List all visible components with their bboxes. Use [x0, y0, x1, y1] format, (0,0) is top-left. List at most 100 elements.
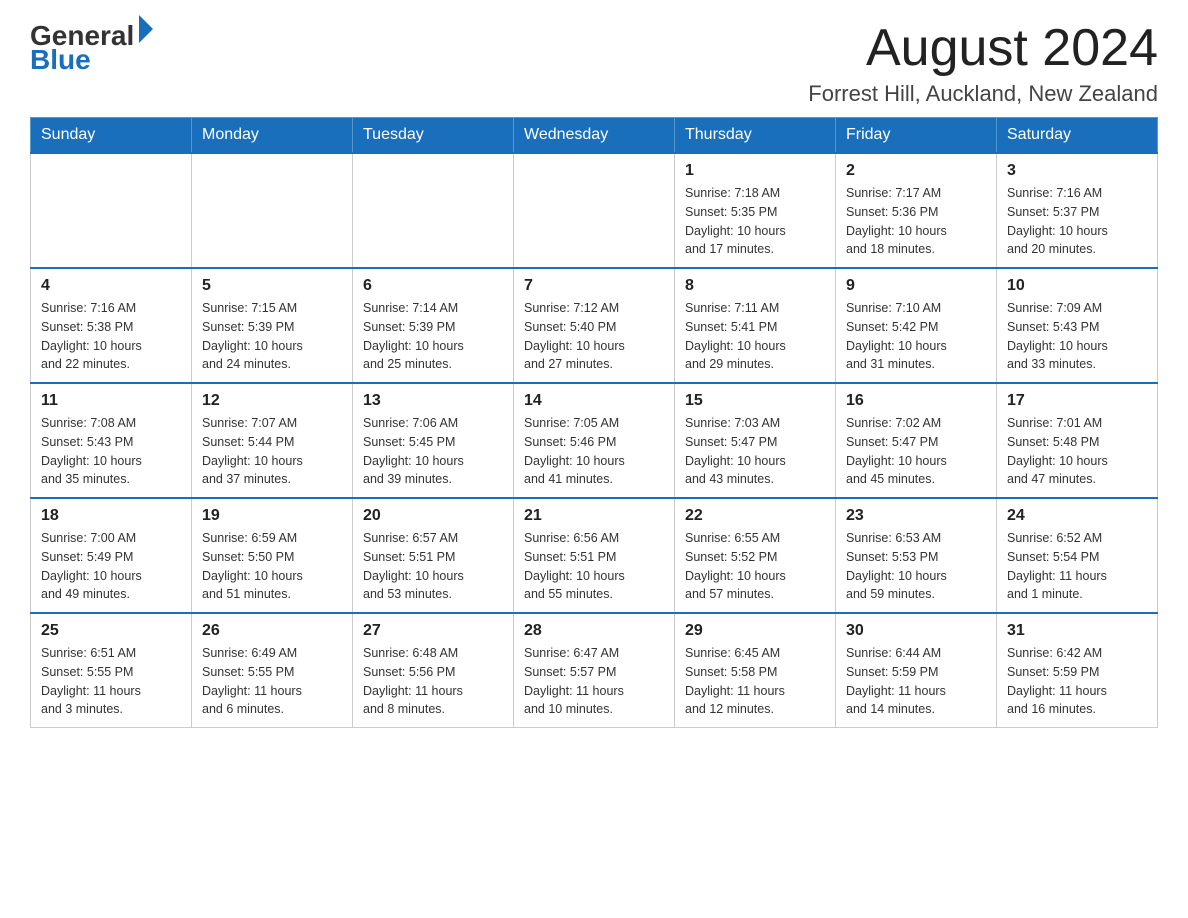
logo-blue: Blue: [30, 44, 91, 76]
day-info: Sunrise: 7:10 AMSunset: 5:42 PMDaylight:…: [846, 299, 986, 374]
day-number: 2: [846, 162, 986, 180]
calendar-cell: 30Sunrise: 6:44 AMSunset: 5:59 PMDayligh…: [836, 613, 997, 728]
day-info: Sunrise: 7:03 AMSunset: 5:47 PMDaylight:…: [685, 414, 825, 489]
day-number: 24: [1007, 507, 1147, 525]
day-number: 13: [363, 392, 503, 410]
day-info: Sunrise: 7:02 AMSunset: 5:47 PMDaylight:…: [846, 414, 986, 489]
calendar-cell: [353, 153, 514, 268]
day-number: 3: [1007, 162, 1147, 180]
day-number: 16: [846, 392, 986, 410]
day-number: 14: [524, 392, 664, 410]
calendar-header-wednesday: Wednesday: [514, 118, 675, 154]
calendar-cell: 14 Sunrise: 7:05 AMSunset: 5:46 PMDayligh…: [514, 383, 675, 498]
day-number: 11: [41, 392, 181, 410]
day-info: Sunrise: 7:06 AMSunset: 5:45 PMDaylight:…: [363, 414, 503, 489]
day-number: 1: [685, 162, 825, 180]
day-number: 12: [202, 392, 342, 410]
day-info: Sunrise: 7:07 AMSunset: 5:44 PMDaylight:…: [202, 414, 342, 489]
day-info: Sunrise: 7:18 AMSunset: 5:35 PMDaylight:…: [685, 184, 825, 259]
day-number: 18: [41, 507, 181, 525]
calendar-cell: 29 Sunrise: 6:45 AMSunset: 5:58 PMDayligh…: [675, 613, 836, 728]
calendar-cell: 17 Sunrise: 7:01 AMSunset: 5:48 PMDayligh…: [997, 383, 1158, 498]
day-number: 22: [685, 507, 825, 525]
calendar-cell: 31 Sunrise: 6:42 AMSunset: 5:59 PMDayligh…: [997, 613, 1158, 728]
calendar-cell: 28 Sunrise: 6:47 AMSunset: 5:57 PMDayligh…: [514, 613, 675, 728]
day-info: Sunrise: 6:55 AMSunset: 5:52 PMDaylight:…: [685, 529, 825, 604]
calendar-cell: 23Sunrise: 6:53 AMSunset: 5:53 PMDayligh…: [836, 498, 997, 613]
calendar-cell: 12 Sunrise: 7:07 AMSunset: 5:44 PMDayligh…: [192, 383, 353, 498]
calendar-cell: 15 Sunrise: 7:03 AMSunset: 5:47 PMDayligh…: [675, 383, 836, 498]
calendar-cell: 5 Sunrise: 7:15 AMSunset: 5:39 PMDaylight…: [192, 268, 353, 383]
calendar-table: SundayMondayTuesdayWednesdayThursdayFrid…: [30, 117, 1158, 728]
calendar-cell: 18Sunrise: 7:00 AMSunset: 5:49 PMDayligh…: [31, 498, 192, 613]
calendar-header-tuesday: Tuesday: [353, 118, 514, 154]
day-number: 28: [524, 622, 664, 640]
month-title: August 2024: [808, 20, 1158, 77]
calendar-cell: 20 Sunrise: 6:57 AMSunset: 5:51 PMDayligh…: [353, 498, 514, 613]
day-info: Sunrise: 6:57 AMSunset: 5:51 PMDaylight:…: [363, 529, 503, 604]
logo: General Blue: [30, 20, 153, 76]
calendar-header-friday: Friday: [836, 118, 997, 154]
calendar-cell: 3 Sunrise: 7:16 AMSunset: 5:37 PMDaylight…: [997, 153, 1158, 268]
day-info: Sunrise: 6:45 AMSunset: 5:58 PMDaylight:…: [685, 644, 825, 719]
day-info: Sunrise: 7:16 AMSunset: 5:37 PMDaylight:…: [1007, 184, 1147, 259]
day-info: Sunrise: 6:51 AMSunset: 5:55 PMDaylight:…: [41, 644, 181, 719]
day-number: 6: [363, 277, 503, 295]
day-number: 25: [41, 622, 181, 640]
day-info: Sunrise: 7:01 AMSunset: 5:48 PMDaylight:…: [1007, 414, 1147, 489]
calendar-cell: 13 Sunrise: 7:06 AMSunset: 5:45 PMDayligh…: [353, 383, 514, 498]
day-info: Sunrise: 7:17 AMSunset: 5:36 PMDaylight:…: [846, 184, 986, 259]
day-info: Sunrise: 7:11 AMSunset: 5:41 PMDaylight:…: [685, 299, 825, 374]
day-number: 23: [846, 507, 986, 525]
day-number: 31: [1007, 622, 1147, 640]
day-number: 26: [202, 622, 342, 640]
day-info: Sunrise: 6:48 AMSunset: 5:56 PMDaylight:…: [363, 644, 503, 719]
logo-triangle-icon: [139, 15, 153, 43]
calendar-cell: 21 Sunrise: 6:56 AMSunset: 5:51 PMDayligh…: [514, 498, 675, 613]
calendar-header-sunday: Sunday: [31, 118, 192, 154]
calendar-cell: 19Sunrise: 6:59 AMSunset: 5:50 PMDayligh…: [192, 498, 353, 613]
calendar-cell: [514, 153, 675, 268]
calendar-cell: [31, 153, 192, 268]
calendar-cell: [192, 153, 353, 268]
calendar-cell: 7Sunrise: 7:12 AMSunset: 5:40 PMDaylight…: [514, 268, 675, 383]
day-info: Sunrise: 6:59 AMSunset: 5:50 PMDaylight:…: [202, 529, 342, 604]
location-subtitle: Forrest Hill, Auckland, New Zealand: [808, 81, 1158, 107]
day-info: Sunrise: 6:44 AMSunset: 5:59 PMDaylight:…: [846, 644, 986, 719]
calendar-cell: 10Sunrise: 7:09 AMSunset: 5:43 PMDayligh…: [997, 268, 1158, 383]
day-info: Sunrise: 7:05 AMSunset: 5:46 PMDaylight:…: [524, 414, 664, 489]
day-info: Sunrise: 6:49 AMSunset: 5:55 PMDaylight:…: [202, 644, 342, 719]
day-info: Sunrise: 7:14 AMSunset: 5:39 PMDaylight:…: [363, 299, 503, 374]
day-info: Sunrise: 6:42 AMSunset: 5:59 PMDaylight:…: [1007, 644, 1147, 719]
day-number: 9: [846, 277, 986, 295]
day-number: 7: [524, 277, 664, 295]
calendar-header: SundayMondayTuesdayWednesdayThursdayFrid…: [31, 118, 1158, 154]
calendar-cell: 26 Sunrise: 6:49 AMSunset: 5:55 PMDayligh…: [192, 613, 353, 728]
day-number: 8: [685, 277, 825, 295]
day-info: Sunrise: 7:15 AMSunset: 5:39 PMDaylight:…: [202, 299, 342, 374]
calendar-header-saturday: Saturday: [997, 118, 1158, 154]
day-info: Sunrise: 6:47 AMSunset: 5:57 PMDaylight:…: [524, 644, 664, 719]
day-info: Sunrise: 7:08 AMSunset: 5:43 PMDaylight:…: [41, 414, 181, 489]
calendar-header-thursday: Thursday: [675, 118, 836, 154]
day-number: 29: [685, 622, 825, 640]
calendar-cell: 25 Sunrise: 6:51 AMSunset: 5:55 PMDayligh…: [31, 613, 192, 728]
calendar-cell: 6 Sunrise: 7:14 AMSunset: 5:39 PMDaylight…: [353, 268, 514, 383]
calendar-cell: 8 Sunrise: 7:11 AMSunset: 5:41 PMDaylight…: [675, 268, 836, 383]
day-info: Sunrise: 7:09 AMSunset: 5:43 PMDaylight:…: [1007, 299, 1147, 374]
day-number: 17: [1007, 392, 1147, 410]
page-header: General Blue August 2024 Forrest Hill, A…: [30, 20, 1158, 107]
day-number: 5: [202, 277, 342, 295]
day-number: 4: [41, 277, 181, 295]
day-number: 21: [524, 507, 664, 525]
calendar-cell: 11 Sunrise: 7:08 AMSunset: 5:43 PMDayligh…: [31, 383, 192, 498]
calendar-cell: 27Sunrise: 6:48 AMSunset: 5:56 PMDayligh…: [353, 613, 514, 728]
day-number: 20: [363, 507, 503, 525]
calendar-cell: 4 Sunrise: 7:16 AMSunset: 5:38 PMDaylight…: [31, 268, 192, 383]
day-info: Sunrise: 6:52 AMSunset: 5:54 PMDaylight:…: [1007, 529, 1147, 604]
calendar-cell: 24 Sunrise: 6:52 AMSunset: 5:54 PMDayligh…: [997, 498, 1158, 613]
day-info: Sunrise: 6:56 AMSunset: 5:51 PMDaylight:…: [524, 529, 664, 604]
day-number: 15: [685, 392, 825, 410]
calendar-cell: 9 Sunrise: 7:10 AMSunset: 5:42 PMDaylight…: [836, 268, 997, 383]
day-info: Sunrise: 7:16 AMSunset: 5:38 PMDaylight:…: [41, 299, 181, 374]
